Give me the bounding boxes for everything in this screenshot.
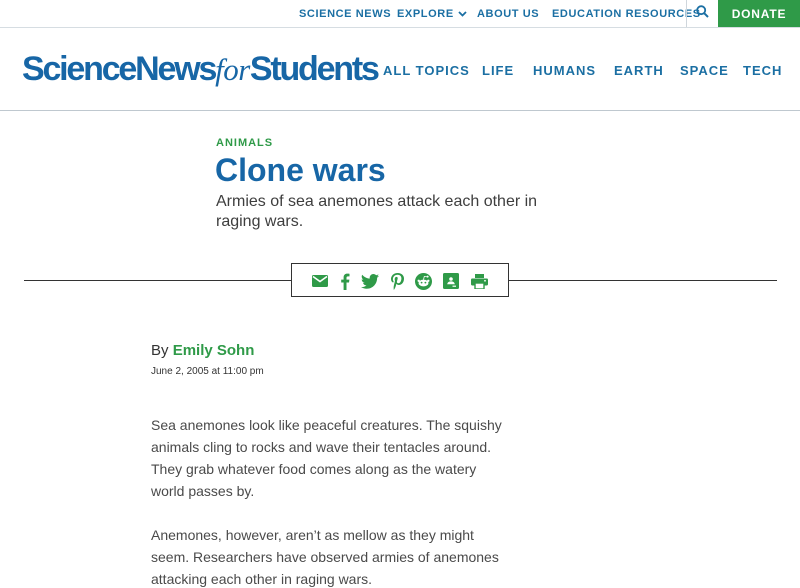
article-category[interactable]: ANIMALS	[216, 137, 273, 149]
nav-humans[interactable]: HUMANS	[533, 63, 596, 78]
logo-text-for: for	[215, 52, 250, 87]
reddit-icon[interactable]	[414, 272, 432, 290]
utility-bar: SCIENCE NEWS EXPLORE ABOUT US EDUCATION …	[0, 0, 800, 28]
share-rule-right	[508, 280, 777, 281]
article-dek: Armies of sea anemones attack each other…	[216, 193, 538, 230]
share-rule-left	[24, 280, 292, 281]
site-logo[interactable]: ScienceNewsforStudents	[22, 49, 380, 90]
share-bar	[291, 263, 509, 297]
utility-divider-line	[0, 27, 800, 28]
byline: By Emily Sohn	[151, 342, 254, 359]
author-link[interactable]: Emily Sohn	[173, 342, 255, 359]
email-icon[interactable]	[311, 272, 329, 290]
donate-button[interactable]: DONATE	[718, 0, 800, 28]
byline-prefix: By	[151, 342, 169, 359]
article-paragraph-2: Anemones, however, aren’t as mellow as t…	[151, 527, 499, 587]
article-paragraph-1: Sea anemones look like peaceful creature…	[151, 417, 502, 499]
facebook-icon[interactable]	[336, 272, 354, 290]
nav-tech[interactable]: TECH	[743, 63, 782, 78]
logo-text-science-news: ScienceNews	[22, 50, 217, 88]
google-classroom-icon[interactable]	[442, 272, 460, 290]
chevron-down-icon	[458, 9, 467, 19]
twitter-icon[interactable]	[361, 272, 379, 290]
print-icon[interactable]	[470, 272, 488, 290]
publish-date: June 2, 2005 at 11:00 pm	[151, 366, 264, 377]
search-button[interactable]	[687, 0, 718, 28]
utility-link-science-news[interactable]: SCIENCE NEWS	[299, 8, 391, 20]
header-divider	[0, 110, 800, 111]
logo-text-students: Students	[249, 50, 380, 88]
nav-life[interactable]: LIFE	[482, 63, 514, 78]
pinterest-icon[interactable]	[388, 272, 406, 290]
utility-link-about-us[interactable]: ABOUT US	[477, 8, 539, 20]
utility-link-education-resources[interactable]: EDUCATION RESOURCES	[552, 8, 701, 20]
article-title: Clone wars	[215, 152, 386, 188]
search-icon	[696, 5, 709, 23]
explore-label: EXPLORE	[397, 8, 454, 20]
utility-link-explore[interactable]: EXPLORE	[397, 8, 467, 20]
nav-space[interactable]: SPACE	[680, 63, 729, 78]
nav-earth[interactable]: EARTH	[614, 63, 664, 78]
nav-all-topics[interactable]: ALL TOPICS	[383, 63, 470, 78]
